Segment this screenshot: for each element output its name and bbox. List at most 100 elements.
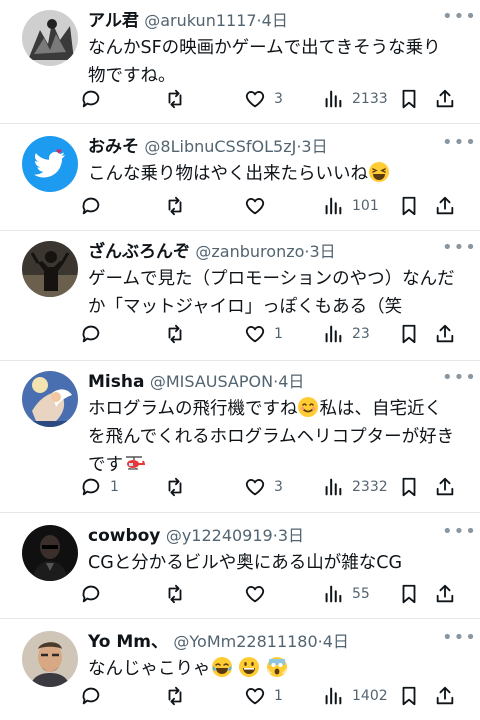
reply-tweet[interactable]: Yo Mm、 @YoMm22811180·4日 ••• なんじゃこりゃ 1 14… — [0, 619, 480, 720]
retweet-button[interactable] — [164, 191, 194, 221]
views-button[interactable]: 2332 — [322, 472, 388, 502]
views-button[interactable]: 101 — [322, 191, 379, 221]
bookmark-button[interactable] — [398, 681, 420, 711]
bookmark-button[interactable] — [398, 84, 420, 114]
retweet-button[interactable] — [164, 681, 194, 711]
reply-button[interactable] — [80, 84, 110, 114]
share-button[interactable] — [434, 472, 456, 502]
reply-button[interactable] — [80, 579, 110, 609]
user-handle[interactable]: @zanburonzo — [195, 242, 304, 261]
reply-icon — [82, 585, 100, 603]
avatar[interactable] — [22, 10, 78, 66]
tweet-text: CGと分かるビルや奥にある山が雑なCG — [88, 553, 403, 573]
share-button[interactable] — [434, 191, 456, 221]
avatar[interactable] — [22, 136, 78, 192]
bookmark-button[interactable] — [398, 319, 420, 349]
display-name[interactable]: Yo Mm、 — [88, 632, 168, 652]
retweet-icon — [168, 324, 182, 344]
avatar[interactable] — [22, 371, 78, 427]
heart-icon — [245, 586, 265, 603]
avatar[interactable] — [22, 525, 78, 581]
timestamp[interactable]: 4日 — [278, 372, 304, 391]
reply-tweet[interactable]: おみそ @8LibnuCSSfOL5zJ·3日 ••• こんな乗り物はやく出来た… — [0, 124, 480, 231]
like-count: 1 — [274, 326, 283, 342]
tweet-text: こんな乗り物はやく出来たらいいね — [88, 160, 458, 188]
views-button[interactable]: 1402 — [322, 681, 388, 711]
display-name[interactable]: Misha — [88, 372, 144, 392]
bookmark-button[interactable] — [398, 191, 420, 221]
share-button[interactable] — [434, 579, 456, 609]
views-button[interactable]: 55 — [322, 579, 370, 609]
like-button[interactable]: 3 — [244, 84, 283, 114]
reply-button[interactable]: 1 — [80, 472, 119, 502]
timestamp[interactable]: 3日 — [309, 242, 335, 261]
action-bar: 3 2133 — [80, 84, 464, 114]
like-button[interactable]: 3 — [244, 472, 283, 502]
avatar[interactable] — [22, 241, 78, 297]
display-name[interactable]: cowboy — [88, 526, 160, 546]
share-button[interactable] — [434, 681, 456, 711]
views-button[interactable]: 23 — [322, 319, 370, 349]
user-handle[interactable]: @YoMm22811180 — [173, 632, 317, 651]
more-options-icon[interactable]: ••• — [442, 134, 476, 158]
share-button[interactable] — [434, 84, 456, 114]
views-button[interactable]: 2133 — [322, 84, 388, 114]
display-name[interactable]: アル君 — [88, 11, 139, 31]
retweet-button[interactable] — [164, 472, 194, 502]
reply-button[interactable] — [80, 319, 110, 349]
screaming-face-emoji-icon — [266, 656, 288, 678]
timestamp[interactable]: 3日 — [278, 526, 304, 545]
user-handle[interactable]: @MISAUSAPON — [150, 372, 273, 391]
share-icon — [436, 477, 454, 496]
tweet-header: ざんぶろんぞ @zanburonzo·3日 — [88, 239, 436, 265]
share-icon — [436, 686, 454, 705]
reply-button[interactable] — [80, 681, 110, 711]
more-options-icon[interactable]: ••• — [442, 629, 476, 653]
display-name[interactable]: おみそ — [88, 137, 139, 157]
smiling-face-emoji-icon — [297, 396, 319, 418]
retweet-icon — [168, 477, 182, 497]
reply-icon — [82, 325, 100, 343]
like-button[interactable] — [244, 579, 274, 609]
more-options-icon[interactable]: ••• — [442, 239, 476, 263]
heart-icon — [245, 91, 265, 108]
more-options-icon[interactable]: ••• — [442, 8, 476, 32]
like-button[interactable] — [244, 191, 274, 221]
like-button[interactable]: 1 — [244, 681, 283, 711]
tweet-header: Misha @MISAUSAPON·4日 — [88, 369, 436, 395]
reply-tweet[interactable]: アル君 @arukun1117·4日 ••• なんかSFの映画かゲームで出てきそ… — [0, 0, 480, 124]
heart-icon — [245, 479, 265, 496]
reply-button[interactable] — [80, 191, 110, 221]
user-handle[interactable]: @8LibnuCSSfOL5zJ — [144, 137, 296, 156]
views-chart-icon — [325, 90, 342, 108]
timestamp[interactable]: 4日 — [262, 11, 288, 30]
retweet-icon — [168, 686, 182, 706]
retweet-button[interactable] — [164, 579, 194, 609]
reply-tweet[interactable]: ざんぶろんぞ @zanburonzo·3日 ••• ゲームで見た（プロモーション… — [0, 231, 480, 361]
bookmark-button[interactable] — [398, 579, 420, 609]
timestamp[interactable]: 4日 — [323, 632, 349, 651]
retweet-button[interactable] — [164, 84, 194, 114]
user-handle[interactable]: @y12240919 — [166, 526, 273, 545]
views-chart-icon — [325, 687, 342, 705]
view-count: 101 — [352, 198, 379, 214]
reply-icon — [82, 197, 100, 215]
retweet-button[interactable] — [164, 319, 194, 349]
retweet-icon — [168, 89, 182, 109]
action-bar: 101 — [80, 191, 464, 221]
more-options-icon[interactable]: ••• — [442, 369, 476, 393]
views-chart-icon — [325, 325, 342, 343]
timestamp[interactable]: 3日 — [301, 137, 327, 156]
tweet-text-content: こんな乗り物はやく出来たらいいね — [88, 164, 368, 184]
tweet-header: Yo Mm、 @YoMm22811180·4日 — [88, 629, 436, 655]
reply-tweet[interactable]: cowboy @y12240919·3日 ••• CGと分かるビルや奥にある山が… — [0, 513, 480, 619]
share-button[interactable] — [434, 319, 456, 349]
bookmark-icon — [402, 584, 416, 604]
display-name[interactable]: ざんぶろんぞ — [88, 242, 190, 262]
bookmark-button[interactable] — [398, 472, 420, 502]
user-handle[interactable]: @arukun1117 — [144, 11, 256, 30]
more-options-icon[interactable]: ••• — [442, 523, 476, 547]
reply-tweet[interactable]: Misha @MISAUSAPON·4日 ••• ホログラムの飛行機ですね 私は、… — [0, 361, 480, 513]
like-button[interactable]: 1 — [244, 319, 283, 349]
avatar[interactable] — [22, 631, 78, 687]
